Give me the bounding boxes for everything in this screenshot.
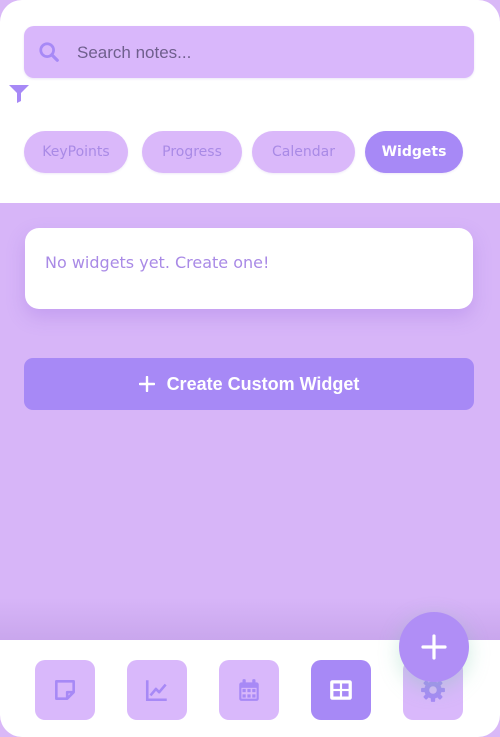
widgets-empty-card: No widgets yet. Create one! [25, 228, 473, 309]
plus-icon [138, 376, 155, 392]
tab-progress[interactable]: Progress [142, 131, 242, 173]
grid-icon [330, 680, 352, 700]
search-bar[interactable] [24, 26, 474, 80]
create-widget-button[interactable]: Create Custom Widget [24, 358, 474, 410]
tab-keypoints[interactable]: KeyPoints [24, 131, 128, 173]
search-input[interactable] [75, 26, 469, 80]
tab-calendar[interactable]: Calendar [252, 131, 355, 173]
nav-widgets[interactable] [311, 660, 371, 720]
empty-state-message: No widgets yet. Create one! [45, 253, 270, 272]
nav-progress[interactable] [127, 660, 187, 720]
create-widget-label: Create Custom Widget [166, 373, 360, 394]
calendar-icon [239, 679, 259, 701]
app-window: KeyPoints Progress Calendar Widgets No w… [0, 0, 500, 737]
nav-calendar[interactable] [219, 660, 279, 720]
note-icon [55, 680, 75, 700]
chart-icon [145, 680, 167, 702]
nav-notes[interactable] [35, 660, 95, 720]
add-fab-button[interactable] [399, 612, 469, 682]
header-panel: KeyPoints Progress Calendar Widgets [0, 0, 500, 203]
filter-icon[interactable] [9, 85, 29, 103]
search-icon [39, 42, 59, 62]
tab-widgets[interactable]: Widgets [365, 131, 463, 173]
plus-icon [421, 634, 447, 660]
